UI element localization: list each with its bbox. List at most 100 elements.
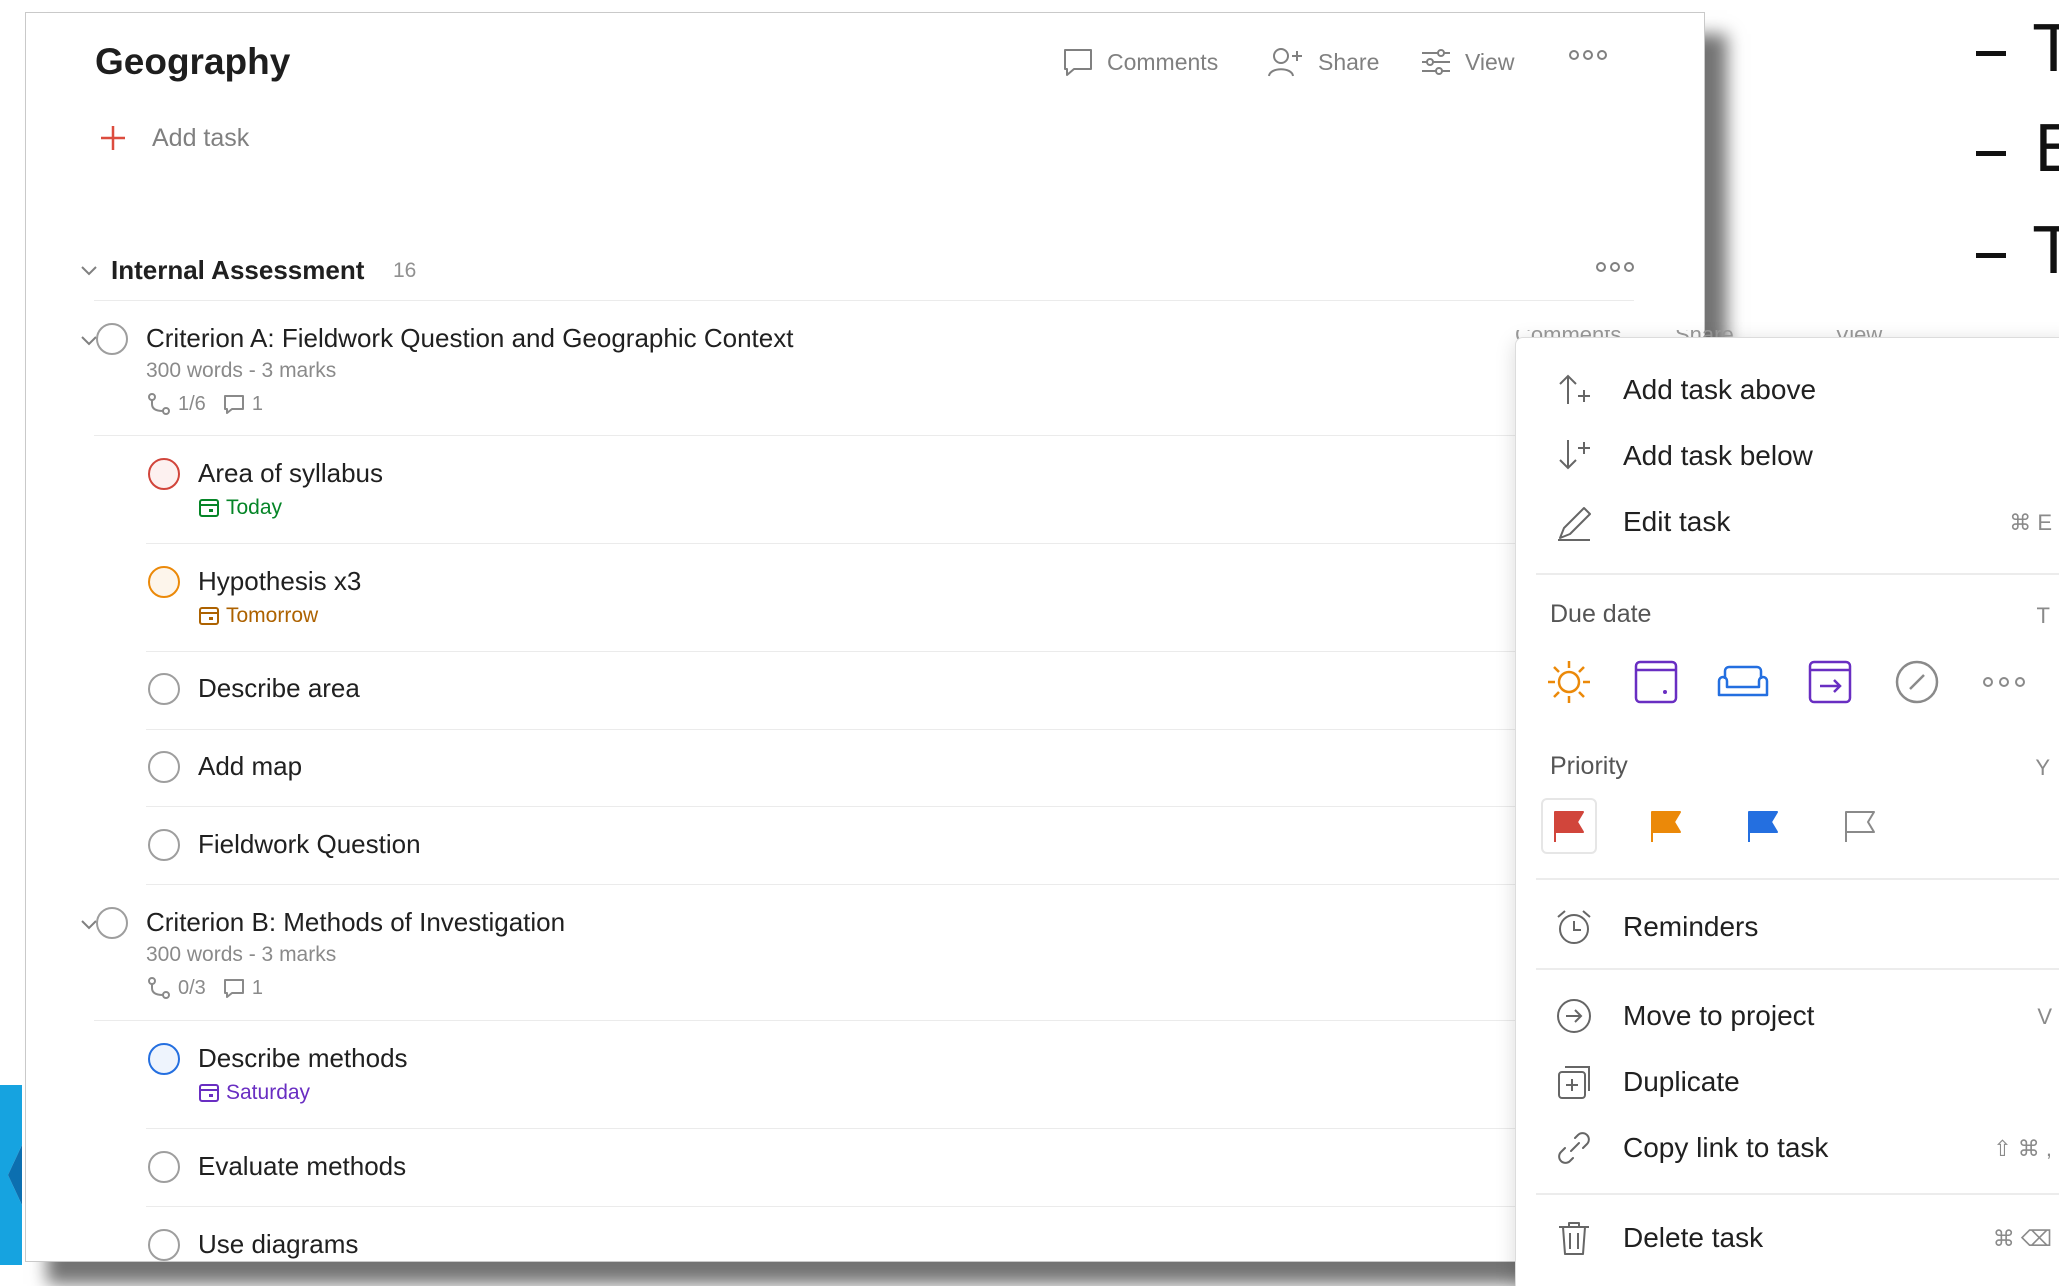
task-row[interactable]: Describe area xyxy=(26,663,1526,723)
section-task-count: 16 xyxy=(393,259,417,282)
task-description: 300 words - 3 marks xyxy=(146,943,337,966)
calendar-icon xyxy=(199,1084,219,1102)
task-name: Describe methods xyxy=(198,1043,408,1073)
task-checkbox[interactable] xyxy=(148,1151,180,1183)
task-name: Use diagrams xyxy=(198,1229,359,1259)
task-checkbox-priority-3[interactable] xyxy=(148,1043,180,1075)
task-checkbox[interactable] xyxy=(96,907,128,939)
calendar-arrow-icon xyxy=(1808,660,1852,704)
due-next-week-button[interactable] xyxy=(1802,654,1858,710)
add-task-label: Add task xyxy=(152,123,250,152)
task-name: Criterion B: Methods of Investigation xyxy=(146,907,566,937)
task-name: Describe area xyxy=(198,673,360,703)
task-checkbox[interactable] xyxy=(148,751,180,783)
due-date-label: Tomorrow xyxy=(226,604,319,627)
task-due-date[interactable]: Tomorrow xyxy=(198,604,318,628)
link-icon xyxy=(1558,1132,1590,1164)
task-divider xyxy=(146,1128,1606,1129)
section-more-icon[interactable] xyxy=(1594,257,1636,277)
add-person-icon xyxy=(1268,48,1302,77)
move-shortcut: V xyxy=(2037,1004,2052,1029)
due-tomorrow-button[interactable] xyxy=(1628,654,1684,710)
task-checkbox[interactable] xyxy=(96,323,128,355)
menu-item-delete[interactable]: Delete task ⌘ ⌫ xyxy=(1516,1206,2059,1266)
menu-item-reminders[interactable]: Reminders xyxy=(1516,895,2059,955)
task-checkbox[interactable] xyxy=(148,829,180,861)
sun-icon xyxy=(1548,661,1590,703)
add-task-button[interactable]: Add task xyxy=(98,123,249,153)
task-row[interactable]: Hypothesis x3 Tomorrow xyxy=(26,556,1526,656)
task-checkbox-priority-2[interactable] xyxy=(148,566,180,598)
task-row[interactable]: Add map xyxy=(26,741,1526,801)
slide-bullet-3: T xyxy=(1976,220,2059,284)
view-button[interactable]: View xyxy=(1419,45,1514,79)
task-row[interactable]: Area of syllabus Today xyxy=(26,448,1526,548)
task-divider xyxy=(146,729,1606,730)
flag-blue-icon xyxy=(1748,811,1778,842)
menu-separator xyxy=(1536,1193,2059,1195)
task-row[interactable]: Use diagrams xyxy=(26,1219,1526,1261)
sliders-icon xyxy=(1422,49,1450,75)
slide-bullet-1: T xyxy=(1976,18,2059,82)
no-due-date-button[interactable] xyxy=(1889,654,1945,710)
plus-icon xyxy=(101,126,125,150)
task-checkbox[interactable] xyxy=(148,673,180,705)
delete-shortcut: ⌘ ⌫ xyxy=(1992,1226,2052,1251)
comment-icon xyxy=(1064,49,1092,76)
section-title: Internal Assessment xyxy=(111,255,365,285)
task-row[interactable]: Fieldwork Question xyxy=(26,819,1526,879)
flag-outline-icon xyxy=(1845,811,1875,842)
more-date-options-button[interactable] xyxy=(1976,654,2032,710)
comments-button[interactable]: Comments xyxy=(1061,45,1218,79)
comment-count: 1 xyxy=(251,976,263,999)
priority-2-button[interactable] xyxy=(1638,798,1694,854)
priority-3-button[interactable] xyxy=(1735,798,1791,854)
task-name: Fieldwork Question xyxy=(198,829,421,859)
chevron-down-icon[interactable] xyxy=(78,259,100,281)
menu-item-duplicate[interactable]: Duplicate xyxy=(1516,1050,2059,1110)
no-date-icon xyxy=(1895,660,1939,704)
share-button[interactable]: Share xyxy=(1266,45,1379,79)
priority-4-button[interactable] xyxy=(1832,798,1888,854)
menu-item-add-below[interactable]: Add task below xyxy=(1516,424,2059,484)
task-due-date[interactable]: Saturday xyxy=(198,1081,310,1105)
task-name: Evaluate methods xyxy=(198,1151,407,1181)
due-date-label: Today xyxy=(226,496,283,519)
task-row[interactable]: Criterion A: Fieldwork Question and Geog… xyxy=(26,313,1526,433)
comment-icon xyxy=(223,395,244,414)
priority-1-button[interactable] xyxy=(1541,798,1597,854)
task-checkbox-priority-1[interactable] xyxy=(148,458,180,490)
trash-icon xyxy=(1559,1222,1589,1255)
task-row[interactable]: Describe methods Saturday xyxy=(26,1033,1526,1133)
subtask-count: 0/3 xyxy=(178,976,206,999)
calendar-icon xyxy=(1634,660,1678,704)
task-name: Add map xyxy=(198,751,303,781)
task-name: Area of syllabus xyxy=(198,458,383,488)
task-row[interactable]: Evaluate methods xyxy=(26,1141,1526,1201)
due-today-button[interactable] xyxy=(1541,654,1597,710)
calendar-icon xyxy=(199,499,219,517)
task-context-menu: Add task above Add task below Edit task … xyxy=(1515,337,2059,1286)
task-row[interactable]: Criterion B: Methods of Investigation 30… xyxy=(26,897,1526,1017)
menu-separator xyxy=(1536,878,2059,880)
menu-item-add-above[interactable]: Add task above xyxy=(1516,358,2059,418)
due-weekend-button[interactable] xyxy=(1715,654,1771,710)
task-divider xyxy=(146,806,1606,807)
comment-icon xyxy=(223,979,244,998)
task-checkbox[interactable] xyxy=(148,1229,180,1261)
flag-red-icon xyxy=(1554,811,1584,842)
more-icon xyxy=(1569,50,1607,60)
project-title: Geography xyxy=(95,41,291,82)
menu-separator xyxy=(1536,968,2059,970)
task-meta: 1/6 1 xyxy=(146,391,263,417)
menu-item-edit[interactable]: Edit task ⌘ E xyxy=(1516,490,2059,550)
more-options-button[interactable] xyxy=(1567,45,1609,65)
copy-link-shortcut: ⇧ ⌘ , xyxy=(1993,1136,2052,1161)
task-divider xyxy=(146,543,1606,544)
due-date-label: Saturday xyxy=(226,1081,311,1104)
task-meta: 0/3 1 xyxy=(146,975,263,1001)
menu-item-copy-link[interactable]: Copy link to task ⇧ ⌘ , xyxy=(1516,1116,2059,1176)
more-icon xyxy=(1983,677,2025,687)
menu-item-move-to-project[interactable]: Move to project V xyxy=(1516,984,2059,1044)
task-due-date[interactable]: Today xyxy=(198,496,282,520)
